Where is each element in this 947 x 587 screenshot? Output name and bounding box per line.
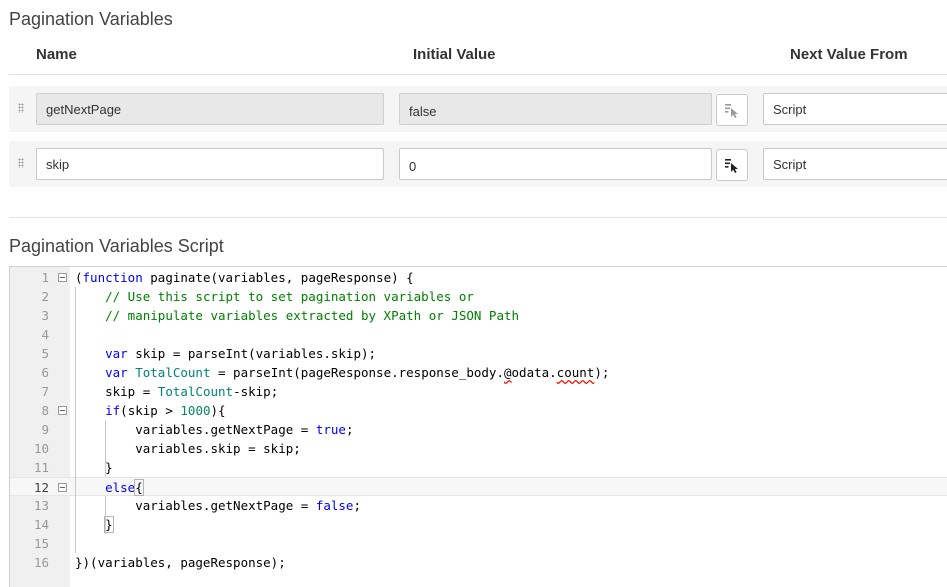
fold-toggle-icon[interactable] [58, 483, 67, 492]
line-number: 2 [41, 289, 49, 304]
extract-value-button[interactable] [716, 94, 748, 126]
code-line[interactable]: 6 var TotalCount = parseInt(pageResponse… [10, 363, 947, 382]
code-line[interactable]: 5 var skip = parseInt(variables.skip); [10, 344, 947, 363]
drag-handle-icon[interactable] [18, 158, 24, 168]
pointer-picker-icon [725, 159, 738, 173]
line-number: 15 [33, 536, 49, 551]
extract-value-button[interactable] [716, 149, 748, 181]
code-line[interactable]: 16 })(variables, pageResponse); [10, 553, 947, 572]
pagination-script-title: Pagination Variables Script [9, 236, 224, 256]
column-header-next-value-from: Next Value From [790, 46, 908, 63]
line-number: 14 [33, 517, 49, 532]
code-text: else{ [105, 479, 144, 496]
fold-toggle-icon[interactable] [58, 406, 67, 415]
header-divider [9, 74, 947, 75]
pointer-picker-icon [725, 104, 738, 118]
code-line[interactable]: 8 if(skip > 1000){ [10, 401, 947, 420]
section-divider [9, 217, 947, 218]
line-number: 16 [33, 555, 49, 570]
line-number: 4 [41, 327, 49, 342]
fold-toggle-icon[interactable] [58, 273, 67, 282]
code-text: if(skip > 1000){ [105, 403, 226, 418]
code-text: })(variables, pageResponse); [75, 555, 286, 570]
code-text: variables.getNextPage = false; [75, 498, 361, 513]
code-line[interactable]: 3 // manipulate variables extracted by X… [10, 306, 947, 325]
next-value-from-select[interactable]: Script [763, 148, 947, 180]
line-number: 6 [41, 365, 49, 380]
code-text: // manipulate variables extracted by XPa… [105, 308, 520, 323]
variable-name-field[interactable]: skip [36, 148, 384, 180]
code-line[interactable]: 14 } [10, 515, 947, 534]
code-line[interactable]: 10 variables.skip = skip; [10, 439, 947, 458]
next-value-from-select[interactable]: Script [763, 93, 947, 125]
code-line[interactable]: 15 [10, 534, 947, 553]
code-text: (function paginate(variables, pageRespon… [75, 270, 414, 285]
line-number: 8 [41, 403, 49, 418]
code-text: skip = TotalCount-skip; [75, 384, 279, 399]
code-line[interactable]: 13 variables.getNextPage = false; [10, 496, 947, 515]
code-text: } [104, 516, 114, 533]
code-line[interactable]: 12 else{ [10, 477, 947, 496]
line-number: 13 [33, 498, 49, 513]
code-text: // Use this script to set pagination var… [105, 289, 474, 304]
column-header-name: Name [36, 46, 77, 63]
variable-name-field[interactable]: getNextPage [36, 93, 384, 125]
code-text: } [75, 460, 113, 475]
variable-row-skip: skip 0 Script [9, 141, 947, 187]
line-number: 12 [33, 480, 49, 495]
line-number: 9 [41, 422, 49, 437]
line-number: 11 [33, 460, 49, 475]
code-text: variables.getNextPage = true; [75, 422, 354, 437]
indent-guide [105, 420, 106, 477]
line-number: 7 [41, 384, 49, 399]
code-text: var TotalCount = parseInt(pageResponse.r… [105, 365, 610, 380]
initial-value-field[interactable]: 0 [399, 148, 712, 180]
pagination-variables-title: Pagination Variables [9, 9, 173, 29]
line-number: 3 [41, 308, 49, 323]
drag-handle-icon[interactable] [18, 103, 24, 113]
line-number: 5 [41, 346, 49, 361]
indent-guide [75, 287, 76, 553]
code-line[interactable]: 7 skip = TotalCount-skip; [10, 382, 947, 401]
code-line[interactable]: 9 variables.getNextPage = true; [10, 420, 947, 439]
code-text: variables.skip = skip; [75, 441, 301, 456]
indent-guide [105, 496, 106, 534]
code-line[interactable]: 1 (function paginate(variables, pageRespo… [10, 268, 947, 287]
script-editor[interactable]: 1 (function paginate(variables, pageRespo… [9, 266, 947, 587]
initial-value-field[interactable]: false [399, 93, 712, 125]
line-number: 10 [33, 441, 49, 456]
code-line[interactable]: 2 // Use this script to set pagination v… [10, 287, 947, 306]
code-line[interactable]: 4 [10, 325, 947, 344]
code-text: var skip = parseInt(variables.skip); [105, 346, 377, 361]
code-line[interactable]: 11 } [10, 458, 947, 477]
variable-row-getnextpage: getNextPage false Script [9, 86, 947, 132]
column-header-initial-value: Initial Value [413, 46, 496, 63]
line-number: 1 [41, 270, 49, 285]
